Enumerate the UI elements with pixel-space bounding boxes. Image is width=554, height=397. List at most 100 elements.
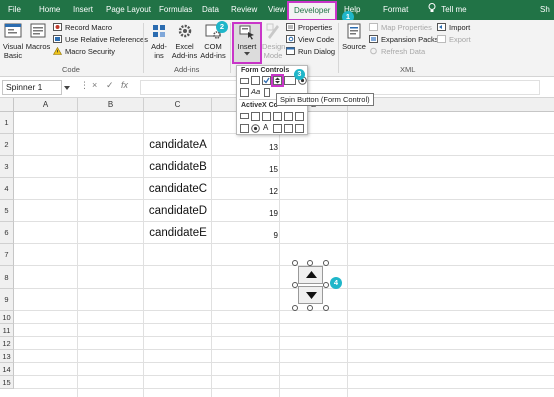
activex-label-icon[interactable]: A xyxy=(263,123,268,132)
column-header-a[interactable]: A xyxy=(14,98,78,112)
refresh-data-button[interactable]: Refresh Data xyxy=(369,47,425,57)
row-header[interactable]: 5 xyxy=(0,200,14,222)
record-macro-button[interactable]: Record Macro xyxy=(53,23,112,33)
cell-vote-count[interactable]: 15 xyxy=(212,165,278,174)
column-header-b[interactable]: B xyxy=(78,98,144,112)
ribbon-tab-bar: File Home Insert Page Layout Formulas Da… xyxy=(0,0,554,21)
label-control-icon[interactable]: Aa xyxy=(251,87,260,96)
activex-textbox-icon[interactable] xyxy=(284,112,293,121)
tab-insert[interactable]: Insert xyxy=(73,0,93,20)
row-header[interactable]: 2 xyxy=(0,134,14,156)
cancel-icon[interactable]: × xyxy=(92,80,97,90)
source-button[interactable]: Source xyxy=(342,22,366,51)
row-header[interactable]: 4 xyxy=(0,178,14,200)
tab-format[interactable]: Format xyxy=(383,0,408,20)
run-dialog-button[interactable]: Run Dialog xyxy=(286,47,335,57)
visual-basic-button[interactable]: Visual Basic xyxy=(1,22,25,60)
cell-vote-count[interactable]: 9 xyxy=(212,231,278,240)
spin-down-button[interactable] xyxy=(298,286,323,304)
enter-icon[interactable]: ✓ xyxy=(106,80,114,91)
combo-box-control-icon[interactable] xyxy=(251,76,260,85)
row-header[interactable]: 15 xyxy=(0,376,14,389)
button-control-icon[interactable] xyxy=(240,78,249,84)
cell-candidate-name[interactable]: candidateE xyxy=(144,227,212,239)
row-header[interactable]: 10 xyxy=(0,311,14,324)
cell-vote-count[interactable]: 12 xyxy=(212,187,278,196)
export-button[interactable]: Export xyxy=(437,35,471,45)
resize-handle[interactable] xyxy=(323,260,329,266)
resize-handle[interactable] xyxy=(292,282,298,288)
cell-candidate-name[interactable]: candidateA xyxy=(144,139,212,151)
macros-button[interactable]: Macros xyxy=(25,22,51,51)
view-code-button[interactable]: View Code xyxy=(286,35,334,45)
insert-controls-button[interactable]: Insert xyxy=(232,22,262,64)
activex-scroll-bar-icon[interactable] xyxy=(295,112,304,121)
tab-developer[interactable]: Developer xyxy=(286,1,338,21)
activex-combo-box-icon[interactable] xyxy=(251,112,260,121)
tab-view[interactable]: View xyxy=(268,0,285,20)
row-header[interactable]: 1 xyxy=(0,112,14,134)
row-header[interactable]: 6 xyxy=(0,222,14,244)
activex-button-icon[interactable] xyxy=(240,113,249,119)
spin-button-control[interactable] xyxy=(292,260,329,311)
activex-checkbox-icon[interactable] xyxy=(262,112,271,121)
worksheet-grid[interactable]: A B C D E 1 2 3 4 5 6 7 8 9 10 11 12 13 … xyxy=(0,98,554,397)
cell-candidate-name[interactable]: candidateD xyxy=(144,205,212,217)
tab-data[interactable]: Data xyxy=(202,0,219,20)
resize-handle[interactable] xyxy=(307,260,313,266)
tab-page-layout[interactable]: Page Layout xyxy=(106,0,151,20)
tell-me-search[interactable]: Tell me xyxy=(428,0,467,20)
group-separator xyxy=(338,23,339,73)
expansion-packs-icon xyxy=(369,35,378,43)
column-header-c[interactable]: C xyxy=(144,98,212,112)
tab-review[interactable]: Review xyxy=(231,0,257,20)
excel-addins-button[interactable]: Excel Add-ins xyxy=(171,22,198,60)
resize-handle[interactable] xyxy=(292,305,298,311)
row-header[interactable]: 9 xyxy=(0,289,14,311)
checkbox-control-icon[interactable] xyxy=(262,76,271,85)
select-all-corner[interactable] xyxy=(0,98,14,112)
activex-option-button-icon[interactable] xyxy=(251,124,260,133)
scroll-bar-control-icon[interactable] xyxy=(264,88,270,97)
map-properties-label: Map Properties xyxy=(381,23,432,32)
row-header[interactable]: 12 xyxy=(0,337,14,350)
design-mode-button[interactable]: Design Mode xyxy=(262,22,285,60)
spin-button-control-icon[interactable] xyxy=(271,74,284,87)
group-box-control-icon[interactable] xyxy=(240,88,249,97)
cell-vote-count[interactable]: 19 xyxy=(212,209,278,218)
row-header[interactable]: 3 xyxy=(0,156,14,178)
expansion-packs-button[interactable]: Expansion Packs xyxy=(369,35,439,45)
resize-handle[interactable] xyxy=(307,305,313,311)
properties-button[interactable]: Properties xyxy=(286,23,332,33)
spin-up-button[interactable] xyxy=(298,266,323,284)
addins-button[interactable]: Add-ins xyxy=(147,22,171,60)
row-header[interactable]: 14 xyxy=(0,363,14,376)
cell-candidate-name[interactable]: candidateB xyxy=(144,161,212,173)
activex-list-box-icon[interactable] xyxy=(273,112,282,121)
chevron-down-icon[interactable] xyxy=(64,85,70,91)
row-header[interactable]: 11 xyxy=(0,324,14,337)
name-box[interactable]: Spinner 1 xyxy=(2,80,62,95)
resize-handle[interactable] xyxy=(323,282,329,288)
row-header[interactable]: 7 xyxy=(0,244,14,266)
activex-image-icon[interactable] xyxy=(273,124,282,133)
activex-toggle-button-icon[interactable] xyxy=(284,124,293,133)
resize-handle[interactable] xyxy=(323,305,329,311)
row-header[interactable]: 13 xyxy=(0,350,14,363)
activex-spin-button-icon[interactable] xyxy=(240,124,249,133)
cell-vote-count[interactable]: 13 xyxy=(212,143,278,152)
macro-security-button[interactable]: Macro Security xyxy=(53,47,115,57)
more-controls-icon[interactable] xyxy=(295,124,304,133)
tab-file[interactable]: File xyxy=(8,0,21,20)
insert-function-button[interactable]: fx xyxy=(121,80,128,90)
insert-controls-icon xyxy=(239,25,254,40)
resize-handle[interactable] xyxy=(292,260,298,266)
import-button[interactable]: Import xyxy=(437,23,470,33)
share-button[interactable]: Sh xyxy=(540,0,550,20)
tab-home[interactable]: Home xyxy=(39,0,60,20)
row-header[interactable]: 8 xyxy=(0,266,14,289)
cell-candidate-name[interactable]: candidateC xyxy=(144,183,212,195)
tab-formulas[interactable]: Formulas xyxy=(159,0,192,20)
map-properties-button[interactable]: Map Properties xyxy=(369,23,432,33)
use-relative-references-button[interactable]: Use Relative References xyxy=(53,35,148,45)
